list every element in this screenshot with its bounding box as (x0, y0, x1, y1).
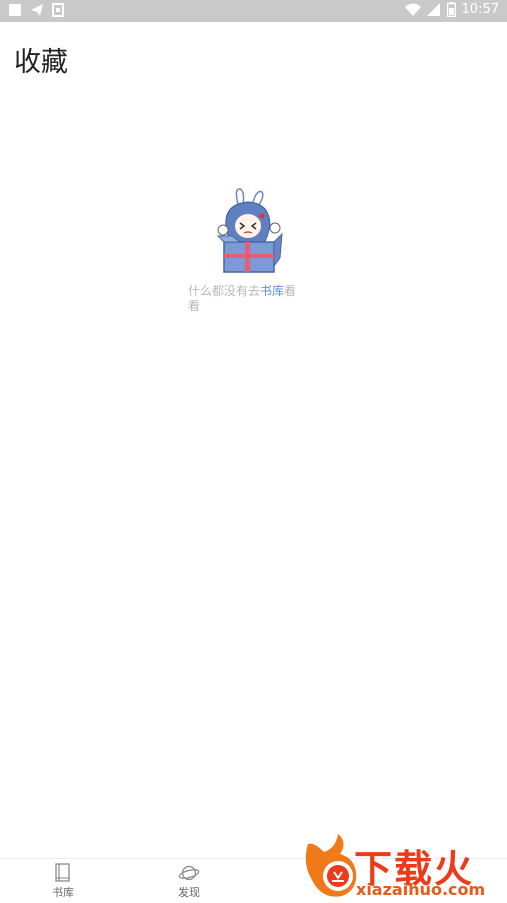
nav-item-library[interactable]: 书库 (33, 863, 93, 901)
empty-message-prefix: 什么都没有去 (188, 284, 261, 298)
library-link[interactable]: 书库 (260, 284, 284, 298)
nav-item-discover[interactable]: 发现 (159, 863, 219, 901)
telegram-icon (31, 4, 43, 16)
watermark-logo: 下载火 xiazaihuo.com (298, 834, 507, 902)
status-bar: 10:57 (0, 0, 507, 22)
status-time: 10:57 (461, 2, 499, 17)
empty-message: 什么都没有去书库看看 (188, 284, 308, 314)
page-title: 收藏 (14, 47, 68, 78)
image-icon (52, 3, 64, 17)
nav-label-discover: 发现 (178, 886, 200, 899)
bunny-girl-in-gift-box-illustration (216, 188, 283, 273)
nav-label-library: 书库 (52, 886, 74, 899)
notification-square-icon (9, 4, 21, 16)
status-bar-right: 10:57 (404, 2, 499, 17)
battery-icon (446, 2, 456, 17)
watermark-subtitle: xiazaihuo.com (356, 880, 486, 899)
wifi-icon (404, 3, 421, 16)
signal-icon (426, 2, 440, 16)
planet-icon (178, 865, 200, 881)
status-bar-left (8, 3, 64, 17)
book-icon (55, 863, 70, 882)
flame-logo-icon (305, 834, 357, 897)
